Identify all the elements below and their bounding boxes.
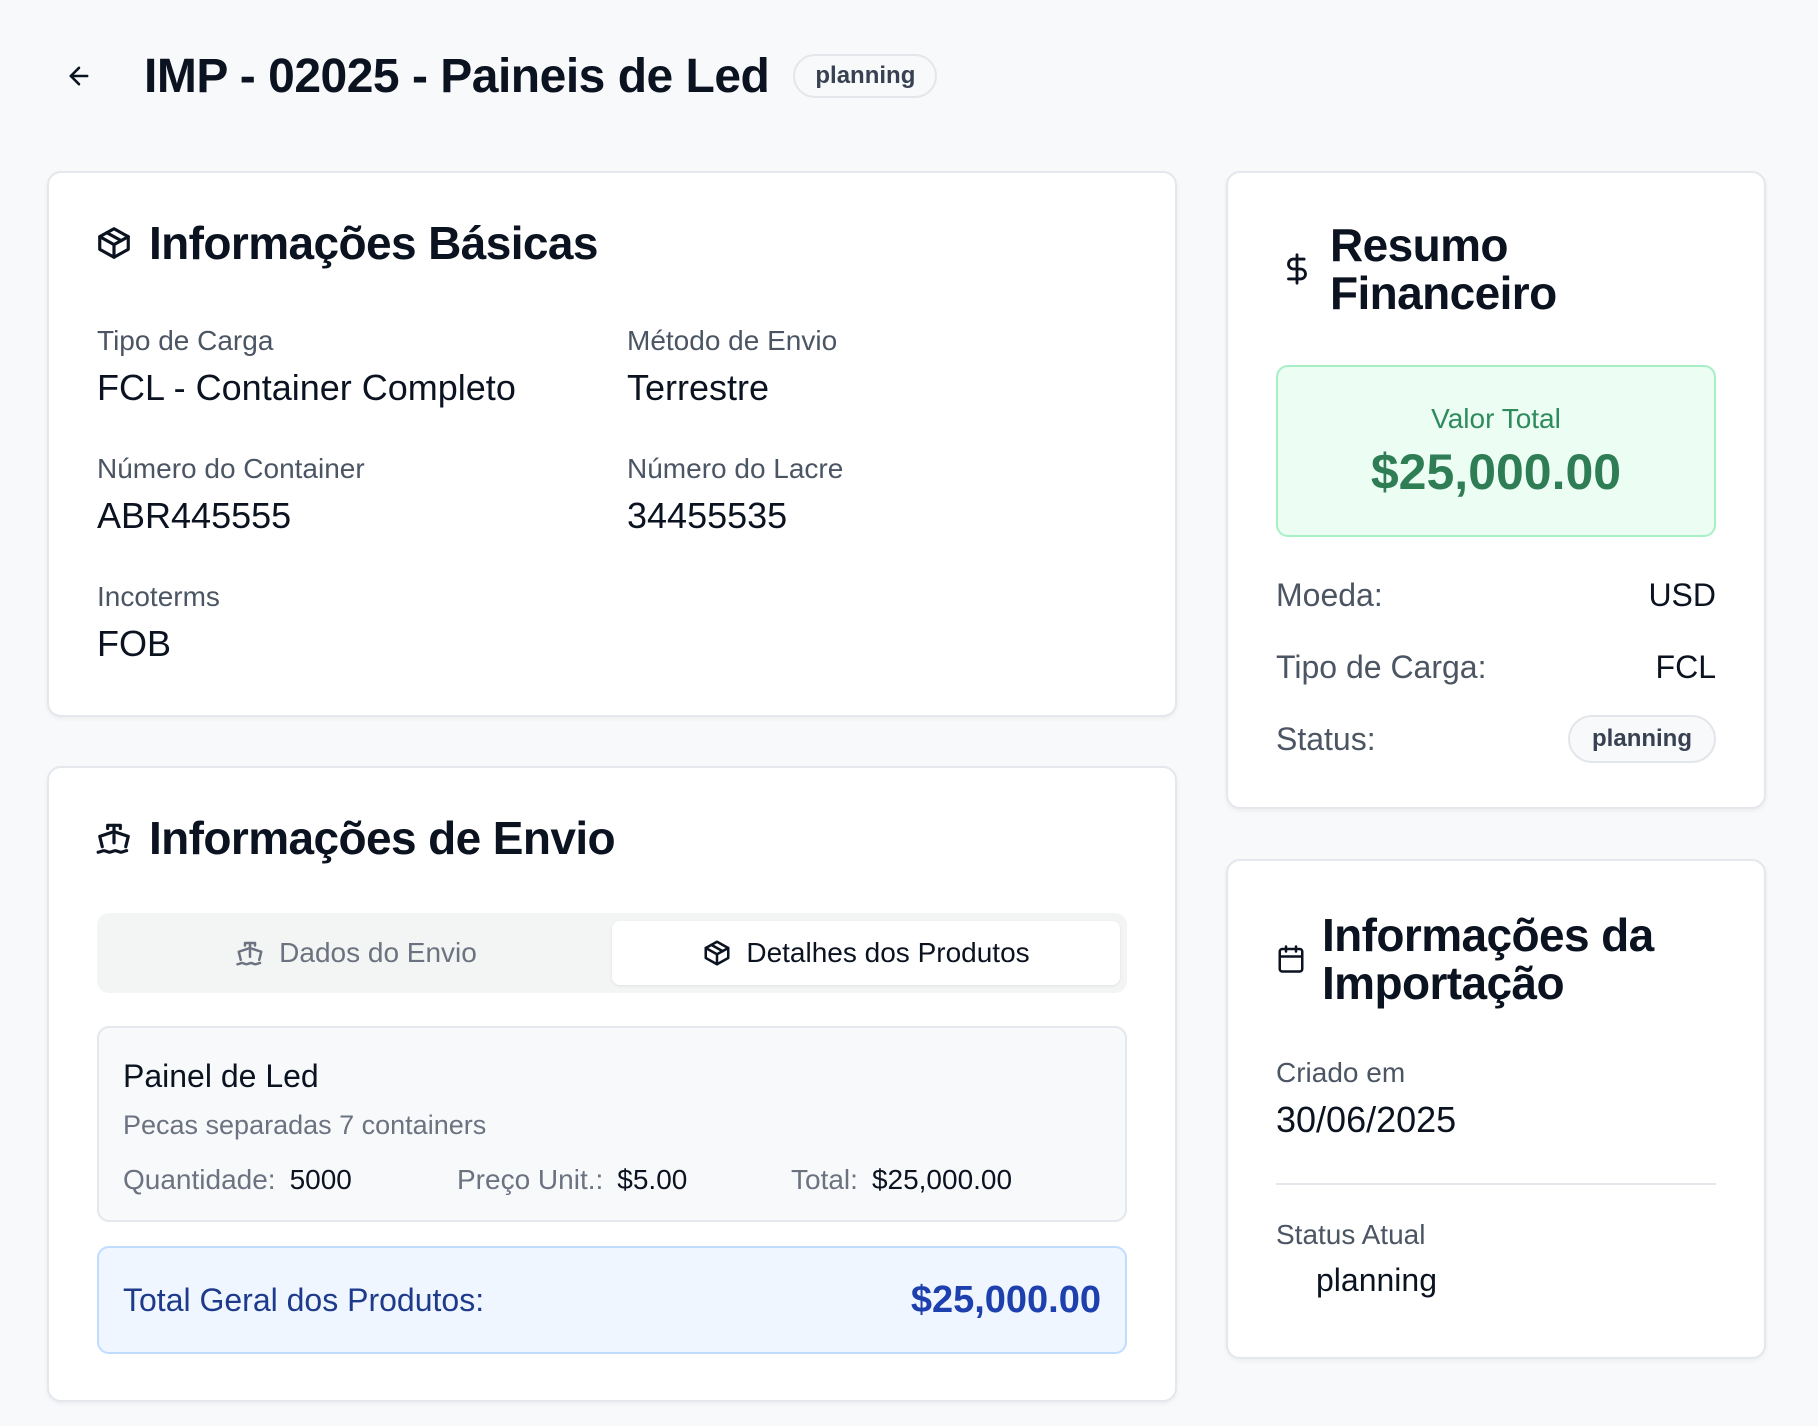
field-value: ABR445555	[97, 495, 292, 536]
field-label: Criado em	[1276, 1057, 1406, 1088]
total-value-amount: $25,000.00	[1370, 444, 1622, 500]
product-quantity-value: 5000	[289, 1164, 352, 1195]
total-value-label: Valor Total	[1431, 403, 1561, 434]
field-label: Status Atual	[1276, 1219, 1426, 1250]
arrow-left-icon	[69, 66, 89, 86]
divider	[1276, 1183, 1716, 1185]
page-header: IMP - 02025 - Paineis de Led planning	[60, 42, 938, 110]
field-created-at: Criado em 30/06/2025	[1276, 1057, 1456, 1141]
financial-summary-card: Resumo Financeiro Valor Total $25,000.00…	[1226, 171, 1766, 809]
calendar-icon	[1276, 944, 1306, 974]
product-unit-price: Preço Unit.: $5.00	[457, 1164, 687, 1196]
title-line: Informações da	[1322, 909, 1654, 961]
summary-row-label: Status:	[1276, 720, 1376, 757]
page-title: IMP - 02025 - Paineis de Led	[144, 49, 770, 103]
field-label: Número do Container	[97, 453, 365, 484]
product-name: Painel de Led	[123, 1058, 319, 1094]
field-container-number: Número do Container ABR445555	[97, 453, 365, 537]
field-current-status: Status Atual planning	[1276, 1219, 1437, 1301]
product-total: Total: $25,000.00	[791, 1164, 1012, 1196]
product-description: Pecas separadas 7 containers	[123, 1110, 487, 1140]
field-seal-number: Número do Lacre 34455535	[627, 453, 843, 537]
ship-icon	[235, 938, 265, 968]
basic-info-title-text: Informações Básicas	[149, 217, 598, 269]
field-shipping-method: Método de Envio Terrestre	[627, 325, 837, 409]
summary-row-label: Moeda:	[1276, 576, 1383, 613]
title-line: Financeiro	[1330, 267, 1557, 319]
grand-total-label: Total Geral dos Produtos:	[123, 1281, 485, 1318]
package-icon	[702, 938, 732, 968]
field-label: Número do Lacre	[627, 453, 844, 484]
financial-summary-title: Resumo Financeiro	[1280, 221, 1557, 317]
field-value: Terrestre	[627, 367, 770, 408]
product-total-label: Total:	[791, 1164, 858, 1195]
tab-label: Dados do Envio	[279, 937, 477, 968]
field-label: Método de Envio	[627, 325, 838, 356]
title-line: Resumo	[1330, 219, 1508, 271]
status-badge: planning	[793, 54, 938, 98]
package-icon	[95, 224, 133, 262]
tab-dados-do-envio[interactable]: Dados do Envio	[105, 921, 607, 985]
summary-row-status: Status: planning	[1276, 715, 1716, 763]
tab-detalhes-dos-produtos[interactable]: Detalhes dos Produtos	[612, 921, 1120, 985]
product-quantity: Quantidade: 5000	[123, 1164, 352, 1196]
summary-row-value: FCL	[1655, 648, 1716, 685]
title-line: Importação	[1322, 957, 1565, 1009]
import-info-title: Informações da Importação	[1276, 911, 1654, 1007]
total-value-box: Valor Total $25,000.00	[1276, 365, 1716, 537]
field-label: Tipo de Carga	[97, 325, 274, 356]
tab-list: Dados do Envio Detalhes dos Produtos	[97, 913, 1127, 993]
basic-info-title: Informações Básicas	[95, 219, 598, 267]
field-value: 34455535	[627, 495, 788, 536]
product-unit-price-value: $5.00	[617, 1164, 688, 1195]
field-value: planning	[1316, 1262, 1437, 1298]
page: IMP - 02025 - Paineis de Led planning In…	[0, 0, 1818, 1426]
shipping-info-title: Informações de Envio	[95, 812, 616, 864]
field-cargo-type: Tipo de Carga FCL - Container Completo	[97, 325, 516, 409]
summary-row-currency: Moeda: USD	[1276, 571, 1716, 619]
field-incoterms: Incoterms FOB	[97, 581, 220, 665]
import-info-card: Informações da Importação Criado em 30/0…	[1226, 859, 1766, 1359]
field-value: FOB	[97, 623, 172, 664]
shipping-info-card: Informações de Envio Dados do Envio Deta…	[47, 766, 1177, 1402]
financial-summary-title-text: Resumo Financeiro	[1330, 221, 1557, 317]
field-value: 30/06/2025	[1276, 1099, 1457, 1140]
import-info-title-text: Informações da Importação	[1322, 911, 1654, 1007]
summary-row-label: Tipo de Carga:	[1276, 648, 1487, 685]
product-unit-price-label: Preço Unit.:	[457, 1164, 604, 1195]
field-label: Incoterms	[97, 581, 220, 612]
field-value: FCL - Container Completo	[97, 367, 516, 408]
shipping-info-title-text: Informações de Envio	[149, 812, 616, 864]
summary-row-cargo-type: Tipo de Carga: FCL	[1276, 643, 1716, 691]
back-button[interactable]	[60, 57, 98, 95]
product-total-value: $25,000.00	[871, 1164, 1013, 1195]
status-badge: planning	[1568, 715, 1716, 763]
summary-row-value: USD	[1648, 576, 1716, 613]
tab-label: Detalhes dos Produtos	[746, 937, 1030, 968]
product-item: Painel de Led Pecas separadas 7 containe…	[97, 1026, 1127, 1222]
dollar-icon	[1280, 248, 1314, 290]
ship-icon	[95, 819, 133, 857]
grand-total-box: Total Geral dos Produtos: $25,000.00	[97, 1246, 1127, 1354]
product-quantity-label: Quantidade:	[123, 1164, 276, 1195]
grand-total-value: $25,000.00	[910, 1278, 1101, 1321]
basic-info-card: Informações Básicas Tipo de Carga FCL - …	[47, 171, 1177, 717]
